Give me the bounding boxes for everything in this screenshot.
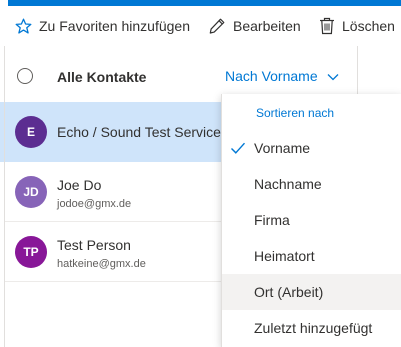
- sort-option-firstname[interactable]: Vorname: [222, 130, 401, 166]
- star-icon: [15, 18, 32, 35]
- contact-name: Echo / Sound Test Service: [57, 124, 221, 140]
- sort-option-label: Heimatort: [254, 248, 315, 264]
- sort-menu-title: Sortieren nach: [256, 106, 335, 120]
- sort-option-label: Zuletzt hinzugefügt: [254, 320, 373, 336]
- contact-name: Joe Do: [57, 177, 102, 193]
- delete-label: Löschen: [342, 18, 395, 34]
- sort-option-company[interactable]: Firma: [222, 202, 401, 238]
- list-title: Alle Kontakte: [57, 69, 147, 85]
- sort-dropdown-button[interactable]: Nach Vorname: [225, 68, 339, 84]
- command-bar: Zu Favoriten hinzufügen Bearbeiten Lösch…: [0, 6, 401, 46]
- trash-icon: [319, 17, 335, 35]
- sort-option-label: Firma: [254, 212, 290, 228]
- edit-label: Bearbeiten: [233, 18, 301, 34]
- sort-option-label: Vorname: [254, 140, 311, 156]
- checkmark-icon: [230, 141, 246, 158]
- contact-email: hatkeine@gmx.de: [57, 258, 146, 270]
- sort-option-recently-added[interactable]: Zuletzt hinzugefügt: [222, 310, 401, 346]
- edit-button[interactable]: Bearbeiten: [208, 6, 301, 46]
- delete-button[interactable]: Löschen: [319, 6, 395, 46]
- add-to-favorites-label: Zu Favoriten hinzufügen: [39, 18, 190, 34]
- contacts-app: Zu Favoriten hinzufügen Bearbeiten Lösch…: [0, 0, 401, 347]
- add-to-favorites-button[interactable]: Zu Favoriten hinzufügen: [15, 6, 190, 46]
- sort-menu: Sortieren nach Vorname Nachname Firma He…: [221, 94, 401, 347]
- contact-name: Test Person: [57, 237, 131, 253]
- sort-option-label: Ort (Arbeit): [254, 284, 324, 300]
- sort-option-lastname[interactable]: Nachname: [222, 166, 401, 202]
- selection-edge-indicator: [0, 102, 4, 162]
- sort-option-hometown[interactable]: Heimatort: [222, 238, 401, 274]
- pencil-icon: [208, 17, 226, 35]
- chevron-down-icon: [327, 68, 339, 84]
- contact-email: jodoe@gmx.de: [57, 198, 132, 210]
- select-all-checkbox[interactable]: [17, 68, 33, 84]
- avatar: E: [15, 116, 47, 148]
- sort-option-work-city[interactable]: Ort (Arbeit): [222, 274, 401, 310]
- avatar: JD: [15, 176, 47, 208]
- avatar: TP: [15, 236, 47, 268]
- sort-dropdown-label: Nach Vorname: [225, 68, 318, 84]
- sort-option-label: Nachname: [254, 176, 322, 192]
